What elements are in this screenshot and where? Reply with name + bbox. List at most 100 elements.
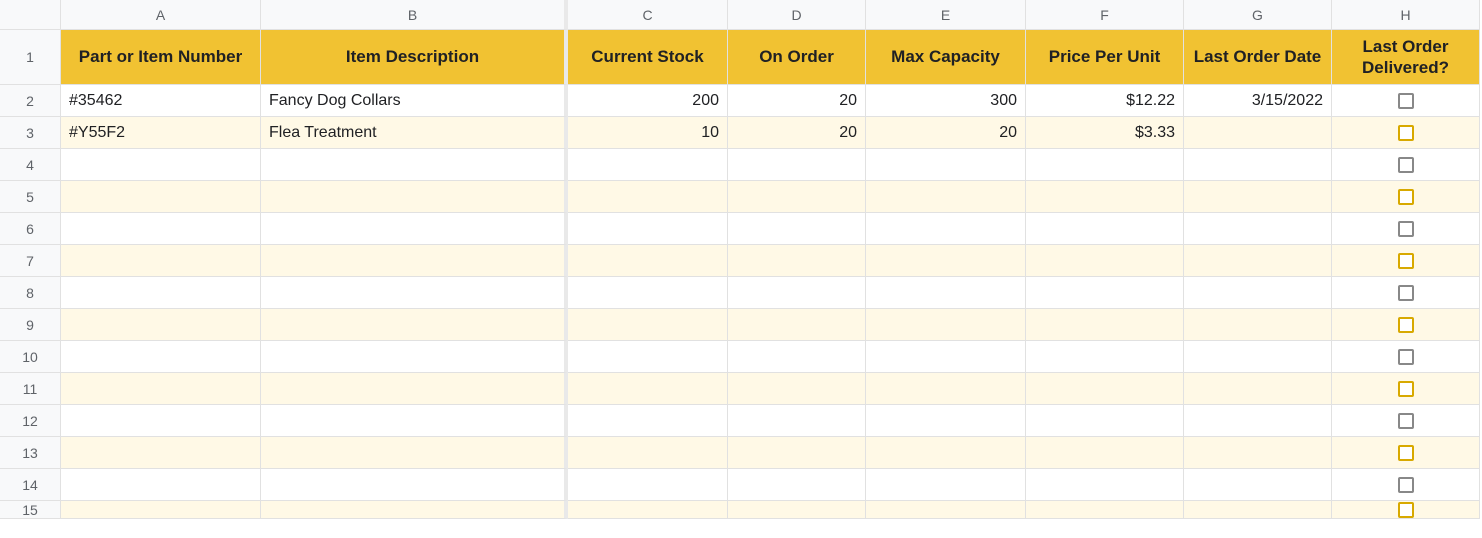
cell-D10[interactable]: [728, 341, 866, 373]
cell-G4[interactable]: [1184, 149, 1332, 181]
header-cell-B[interactable]: Item Description: [261, 30, 568, 85]
cell-G5[interactable]: [1184, 181, 1332, 213]
cell-H6[interactable]: [1332, 213, 1480, 245]
checkbox-icon[interactable]: [1398, 349, 1414, 365]
checkbox-icon[interactable]: [1398, 285, 1414, 301]
cell-A4[interactable]: [61, 149, 261, 181]
cell-A14[interactable]: [61, 469, 261, 501]
cell-H7[interactable]: [1332, 245, 1480, 277]
cell-E5[interactable]: [866, 181, 1026, 213]
cell-F11[interactable]: [1026, 373, 1184, 405]
cell-H12[interactable]: [1332, 405, 1480, 437]
checkbox-icon[interactable]: [1398, 157, 1414, 173]
col-header-A[interactable]: A: [61, 0, 261, 30]
row-header-9[interactable]: 9: [0, 309, 61, 341]
cell-G13[interactable]: [1184, 437, 1332, 469]
row-header-4[interactable]: 4: [0, 149, 61, 181]
cell-B2[interactable]: Fancy Dog Collars: [261, 85, 568, 117]
cell-F5[interactable]: [1026, 181, 1184, 213]
cell-D5[interactable]: [728, 181, 866, 213]
col-header-E[interactable]: E: [866, 0, 1026, 30]
header-cell-H[interactable]: Last Order Delivered?: [1332, 30, 1480, 85]
cell-E15[interactable]: [866, 501, 1026, 519]
cell-B7[interactable]: [261, 245, 568, 277]
cell-F4[interactable]: [1026, 149, 1184, 181]
cell-G10[interactable]: [1184, 341, 1332, 373]
cell-G6[interactable]: [1184, 213, 1332, 245]
row-header-10[interactable]: 10: [0, 341, 61, 373]
cell-H2[interactable]: [1332, 85, 1480, 117]
cell-F7[interactable]: [1026, 245, 1184, 277]
header-cell-D[interactable]: On Order: [728, 30, 866, 85]
cell-E11[interactable]: [866, 373, 1026, 405]
row-header-2[interactable]: 2: [0, 85, 61, 117]
header-cell-C[interactable]: Current Stock: [568, 30, 728, 85]
col-header-B[interactable]: B: [261, 0, 568, 30]
cell-B9[interactable]: [261, 309, 568, 341]
cell-C15[interactable]: [568, 501, 728, 519]
row-header-11[interactable]: 11: [0, 373, 61, 405]
checkbox-icon[interactable]: [1398, 381, 1414, 397]
cell-E3[interactable]: 20: [866, 117, 1026, 149]
cell-C9[interactable]: [568, 309, 728, 341]
col-header-H[interactable]: H: [1332, 0, 1480, 30]
cell-A6[interactable]: [61, 213, 261, 245]
checkbox-icon[interactable]: [1398, 502, 1414, 518]
cell-D11[interactable]: [728, 373, 866, 405]
checkbox-icon[interactable]: [1398, 221, 1414, 237]
row-header-5[interactable]: 5: [0, 181, 61, 213]
corner-select-all[interactable]: [0, 0, 61, 30]
row-header-6[interactable]: 6: [0, 213, 61, 245]
row-header-3[interactable]: 3: [0, 117, 61, 149]
cell-G3[interactable]: [1184, 117, 1332, 149]
cell-E13[interactable]: [866, 437, 1026, 469]
col-header-F[interactable]: F: [1026, 0, 1184, 30]
cell-F10[interactable]: [1026, 341, 1184, 373]
cell-B10[interactable]: [261, 341, 568, 373]
cell-B3[interactable]: Flea Treatment: [261, 117, 568, 149]
row-header-12[interactable]: 12: [0, 405, 61, 437]
cell-F12[interactable]: [1026, 405, 1184, 437]
checkbox-icon[interactable]: [1398, 317, 1414, 333]
cell-G12[interactable]: [1184, 405, 1332, 437]
cell-F13[interactable]: [1026, 437, 1184, 469]
row-header-13[interactable]: 13: [0, 437, 61, 469]
cell-H3[interactable]: [1332, 117, 1480, 149]
cell-C7[interactable]: [568, 245, 728, 277]
cell-A10[interactable]: [61, 341, 261, 373]
checkbox-icon[interactable]: [1398, 413, 1414, 429]
header-cell-E[interactable]: Max Capacity: [866, 30, 1026, 85]
checkbox-icon[interactable]: [1398, 189, 1414, 205]
cell-D4[interactable]: [728, 149, 866, 181]
cell-F6[interactable]: [1026, 213, 1184, 245]
cell-E4[interactable]: [866, 149, 1026, 181]
cell-B4[interactable]: [261, 149, 568, 181]
cell-A15[interactable]: [61, 501, 261, 519]
cell-E14[interactable]: [866, 469, 1026, 501]
cell-H10[interactable]: [1332, 341, 1480, 373]
cell-C3[interactable]: 10: [568, 117, 728, 149]
cell-B6[interactable]: [261, 213, 568, 245]
cell-C8[interactable]: [568, 277, 728, 309]
cell-E2[interactable]: 300: [866, 85, 1026, 117]
col-header-D[interactable]: D: [728, 0, 866, 30]
cell-D15[interactable]: [728, 501, 866, 519]
cell-D8[interactable]: [728, 277, 866, 309]
cell-A9[interactable]: [61, 309, 261, 341]
cell-F9[interactable]: [1026, 309, 1184, 341]
cell-F15[interactable]: [1026, 501, 1184, 519]
cell-E6[interactable]: [866, 213, 1026, 245]
cell-D12[interactable]: [728, 405, 866, 437]
row-header-7[interactable]: 7: [0, 245, 61, 277]
cell-A3[interactable]: #Y55F2: [61, 117, 261, 149]
cell-H5[interactable]: [1332, 181, 1480, 213]
cell-A2[interactable]: #35462: [61, 85, 261, 117]
header-cell-F[interactable]: Price Per Unit: [1026, 30, 1184, 85]
cell-C6[interactable]: [568, 213, 728, 245]
col-header-C[interactable]: C: [568, 0, 728, 30]
cell-G8[interactable]: [1184, 277, 1332, 309]
cell-C4[interactable]: [568, 149, 728, 181]
cell-C14[interactable]: [568, 469, 728, 501]
cell-D13[interactable]: [728, 437, 866, 469]
cell-G15[interactable]: [1184, 501, 1332, 519]
